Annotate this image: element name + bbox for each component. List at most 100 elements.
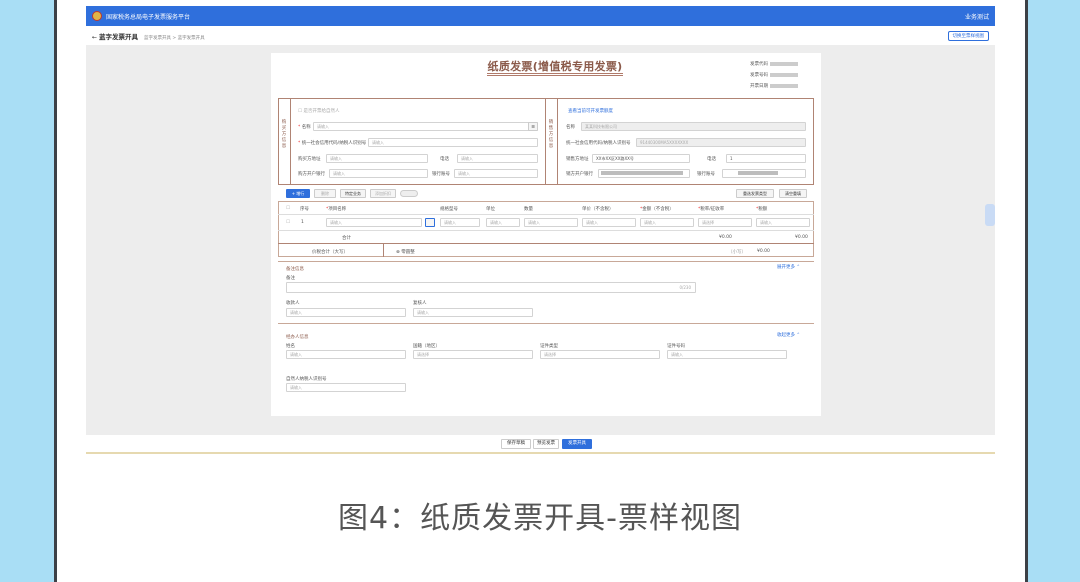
- seller-phone-label: 电话: [707, 157, 716, 162]
- item-name-input[interactable]: 请输入: [326, 218, 422, 227]
- col-header: *税率/征收率: [698, 207, 725, 212]
- buyer-address-input[interactable]: 请输入: [326, 154, 428, 163]
- natural-taxid-label: 自然人纳税人识别号: [286, 377, 327, 382]
- checker-input[interactable]: 请输入: [413, 308, 533, 317]
- select-all-checkbox[interactable]: ☐: [286, 206, 290, 211]
- meta-invoice-code: 发票代码: [750, 61, 798, 67]
- tax-emblem-icon: [92, 11, 102, 21]
- user-menu[interactable]: 业务测试: [965, 12, 989, 21]
- seller-name-label: 名称: [566, 125, 575, 130]
- col-header: 数量: [524, 207, 533, 212]
- clear-button[interactable]: 清空重填: [779, 189, 807, 198]
- save-draft-button[interactable]: 保存草稿: [501, 439, 531, 449]
- seller-address-label: 销售方地址: [566, 157, 589, 162]
- buyer-taxid-input[interactable]: 请输入: [368, 138, 538, 147]
- seller-taxid-input: 91440300MA5XXXXXXX: [636, 138, 806, 147]
- buyer-account-input[interactable]: 请输入: [454, 169, 538, 178]
- natural-person-checkbox[interactable]: ☐ 是否开票给自然人: [298, 108, 339, 114]
- id-number-input[interactable]: 请输入: [667, 350, 787, 359]
- seller-phone-select[interactable]: 1: [726, 154, 806, 163]
- delete-row-button[interactable]: 删除: [314, 189, 336, 198]
- total-amount: ¥0.00: [719, 235, 732, 240]
- meta-issue-date: 开票日期: [750, 83, 798, 89]
- buyer-phone-input[interactable]: 请输入: [457, 154, 538, 163]
- payee-input[interactable]: 请输入: [286, 308, 406, 317]
- id-type-label: 证件类型: [540, 344, 558, 349]
- buyer-name-input[interactable]: 请输入: [313, 122, 538, 131]
- nationality-select[interactable]: 请选择: [413, 350, 533, 359]
- item-lookup-button[interactable]: [425, 218, 435, 227]
- divider: [86, 452, 995, 454]
- platform-title: 国家税务总局电子发票服务平台: [106, 13, 191, 21]
- col-header: *金额（不含税）: [640, 207, 674, 212]
- figure-caption: 图4：纸质发票开具-票样视图: [338, 501, 742, 536]
- col-header: *项目名称: [326, 207, 347, 212]
- tax-amount-input[interactable]: 请输入: [756, 218, 810, 227]
- amount-input[interactable]: 请输入: [640, 218, 694, 227]
- preview-invoice-button[interactable]: 预览发票: [533, 439, 559, 449]
- seller-bank-label: 销方开户银行: [566, 172, 593, 177]
- page-title: 蓝字发票开具: [98, 33, 138, 41]
- meta-invoice-number: 发票号码: [750, 72, 798, 78]
- add-row-button[interactable]: + 增行: [286, 189, 310, 198]
- tax-included-toggle[interactable]: [400, 190, 418, 197]
- price-tax-total-label: 价税合计（大写）: [312, 250, 348, 255]
- issue-invoice-button[interactable]: 发票开具: [562, 439, 592, 449]
- remark-label: 备注: [286, 276, 295, 281]
- switch-view-button[interactable]: 切换至票样视图: [947, 31, 989, 41]
- natural-taxid-input[interactable]: 请输入: [286, 383, 406, 392]
- remark-textarea[interactable]: 0/230: [286, 282, 696, 293]
- buyer-bank-label: 购方开户银行: [298, 172, 325, 177]
- agent-name-label: 姓名: [286, 344, 295, 349]
- buyer-bank-input[interactable]: 请输入: [329, 169, 428, 178]
- col-header: 单价（不含税）: [582, 207, 614, 212]
- invoice-title: 纸质发票(增值税专用发票): [487, 60, 623, 73]
- buyer-name-label: * 名称: [298, 125, 311, 130]
- nationality-label: 国籍（地区）: [413, 344, 440, 349]
- agent-name-input[interactable]: 请输入: [286, 350, 406, 359]
- seller-address-input[interactable]: XX市XX区XX路XX号: [592, 154, 690, 163]
- reselect-type-button[interactable]: 重选发票类型: [736, 189, 774, 198]
- tax-rate-select[interactable]: 请选择: [698, 218, 752, 227]
- buyer-section-label: 购买方信息: [281, 120, 287, 149]
- view-quota-link[interactable]: 查看当前可开发票额度: [568, 108, 613, 114]
- seller-account-label: 银行账号: [697, 172, 715, 177]
- id-number-label: 证件号码: [667, 344, 685, 349]
- title-underline: [487, 73, 623, 74]
- col-header: 规格型号: [440, 207, 458, 212]
- buyer-phone-label: 电话: [440, 157, 449, 162]
- total-label: 合计: [342, 236, 351, 241]
- col-header: 单位: [486, 207, 495, 212]
- collapse-more-link[interactable]: 收起更多 ⌃: [777, 332, 800, 338]
- buyer-account-label: 银行账号: [432, 172, 450, 177]
- spec-input[interactable]: 请输入: [440, 218, 480, 227]
- row-checkbox[interactable]: ☐: [286, 220, 290, 225]
- back-arrow-icon[interactable]: ←: [92, 34, 97, 41]
- breadcrumb[interactable]: 蓝字发票开具 > 蓝字发票开具: [144, 36, 205, 41]
- add-discount-button[interactable]: 添加折扣: [370, 189, 396, 198]
- top-navigation-bar: 国家税务总局电子发票服务平台 业务测试: [86, 6, 995, 26]
- lowercase-label: （小写）: [728, 250, 746, 255]
- expand-more-link[interactable]: 展开更多 ⌃: [777, 264, 800, 270]
- buyer-address-label: 购买方地址: [298, 157, 321, 162]
- col-header: *税额: [756, 207, 768, 212]
- unit-input[interactable]: 请输入: [486, 218, 520, 227]
- price-tax-total-lowercase: ¥0.00: [757, 249, 770, 254]
- price-tax-total-uppercase: ⊗ 零圆整: [396, 250, 415, 255]
- checker-label: 复核人: [413, 301, 427, 306]
- seller-name-input: 某某科技有限公司: [581, 122, 806, 131]
- buyer-lookup-icon[interactable]: ☰: [528, 122, 538, 131]
- payee-label: 收款人: [286, 301, 300, 306]
- quantity-input[interactable]: 请输入: [524, 218, 578, 227]
- price-input[interactable]: 请输入: [582, 218, 636, 227]
- id-type-select[interactable]: 请选择: [540, 350, 660, 359]
- seller-section-label: 销售方信息: [548, 120, 554, 149]
- floating-helper-icon[interactable]: [985, 204, 995, 226]
- page-header: ← 蓝字发票开具 蓝字发票开具 > 蓝字发票开具 切换至票样视图: [86, 27, 995, 45]
- special-business-button[interactable]: 特定业务: [340, 189, 366, 198]
- buyer-taxid-label: * 统一社会信用代码/纳税人识别号: [298, 141, 367, 146]
- remark-section-title: 备注信息: [286, 267, 304, 272]
- total-tax: ¥0.00: [795, 235, 808, 240]
- row-number: 1: [301, 220, 304, 225]
- col-header: 序号: [300, 207, 309, 212]
